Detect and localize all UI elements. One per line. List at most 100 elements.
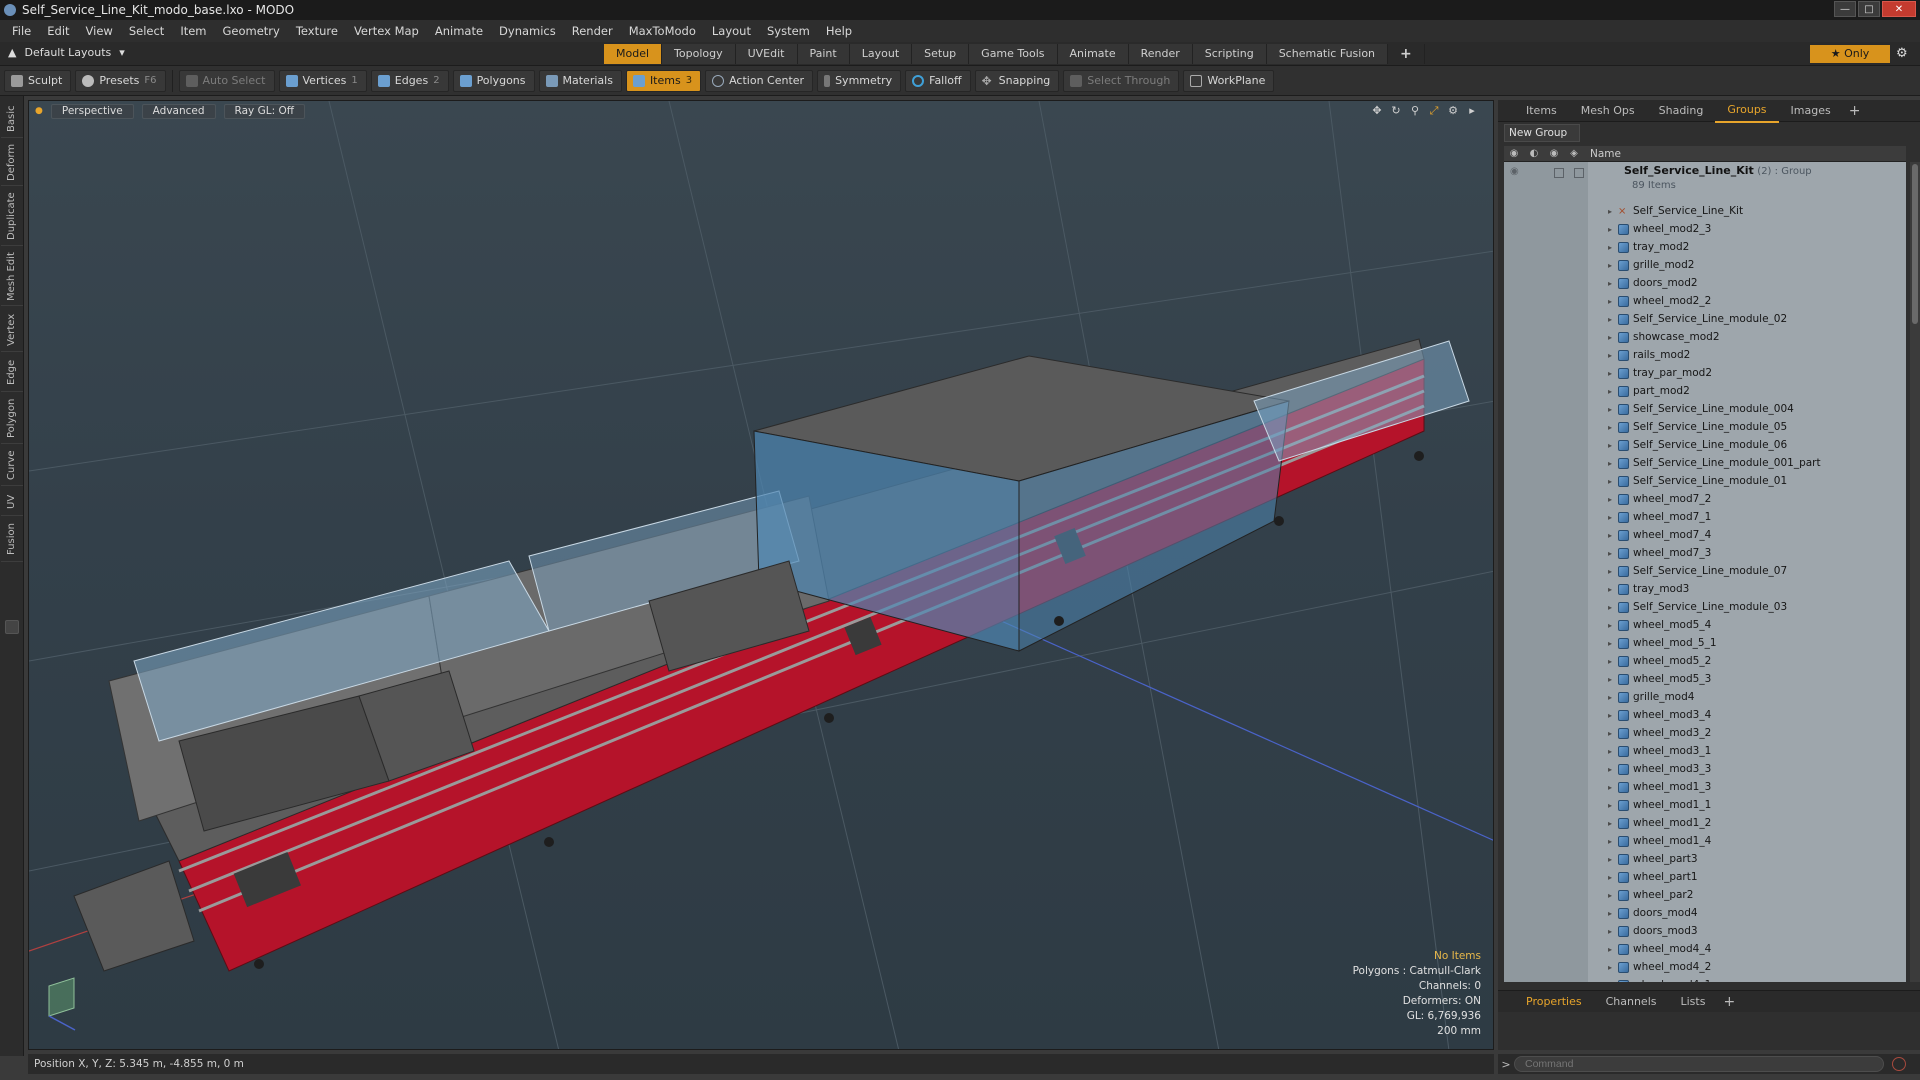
view-mode-button[interactable]: Perspective: [50, 103, 134, 119]
viewport-more-icon[interactable]: ▸: [1465, 104, 1479, 118]
tree-item-row[interactable]: ▸ showcase_mod2: [1608, 328, 1720, 346]
menu-layout[interactable]: Layout: [704, 20, 759, 42]
record-icon[interactable]: [1892, 1057, 1906, 1071]
menu-edit[interactable]: Edit: [39, 20, 77, 42]
menu-maxtomodo[interactable]: MaxToModo: [621, 20, 704, 42]
tab-schematic-fusion[interactable]: Schematic Fusion: [1266, 44, 1389, 64]
add-tab-icon[interactable]: +: [1388, 44, 1425, 64]
snapping-button[interactable]: ✥ Snapping: [974, 69, 1060, 92]
tab-uvedit[interactable]: UVEdit: [735, 44, 798, 64]
name-column-header[interactable]: Name: [1590, 148, 1621, 160]
tree-item-row[interactable]: ▸ wheel_mod5_2: [1608, 652, 1711, 670]
tree-item-row[interactable]: ▸ tray_mod3: [1608, 580, 1689, 598]
expand-arrow-icon[interactable]: ▸: [1608, 297, 1618, 306]
tab-images[interactable]: Images: [1779, 100, 1843, 122]
presets-button[interactable]: Presets F6: [75, 69, 166, 92]
tree-item-row[interactable]: ▸ wheel_mod1_1: [1608, 796, 1711, 814]
tree-item-row[interactable]: ▸ wheel_mod1_2: [1608, 814, 1711, 832]
tab-channels[interactable]: Channels: [1594, 991, 1669, 1013]
serving-line-model[interactable]: [73, 338, 1470, 972]
menu-help[interactable]: Help: [818, 20, 860, 42]
left-tab-basic[interactable]: Basic: [1, 100, 23, 138]
vertices-button[interactable]: Vertices 1: [278, 69, 367, 92]
tree-item-row[interactable]: ▸ grille_mod2: [1608, 256, 1694, 274]
tree-item-row[interactable]: ▸ wheel_mod3_3: [1608, 760, 1711, 778]
expand-arrow-icon[interactable]: ▸: [1608, 909, 1618, 918]
left-tab-uv[interactable]: UV: [1, 488, 23, 516]
tree-item-row[interactable]: ▸ wheel_par2: [1608, 886, 1693, 904]
groups-tree[interactable]: ◉ Self_Service_Line_Kit (2) : Group 89 I…: [1504, 162, 1906, 982]
tree-item-row[interactable]: ▸ Self_Service_Line_module_07: [1608, 562, 1787, 580]
tree-item-row[interactable]: ▸ doors_mod4: [1608, 904, 1698, 922]
group-row[interactable]: Self_Service_Line_Kit (2) : Group: [1624, 164, 1812, 177]
viewport-menu-icon[interactable]: ●: [35, 106, 43, 116]
layout-selector[interactable]: ▲ Default Layouts ▾: [8, 46, 125, 59]
expand-arrow-icon[interactable]: ▸: [1608, 279, 1618, 288]
only-button[interactable]: ★ Only: [1810, 45, 1890, 63]
expand-arrow-icon[interactable]: ▸: [1608, 783, 1618, 792]
expand-arrow-icon[interactable]: ▸: [1608, 351, 1618, 360]
tree-item-row[interactable]: ▸ ⨯ Self_Service_Line_Kit: [1608, 202, 1743, 220]
left-tab-edge[interactable]: Edge: [1, 354, 23, 392]
tab-animate[interactable]: Animate: [1057, 44, 1129, 64]
expand-arrow-icon[interactable]: ▸: [1608, 873, 1618, 882]
left-tab-vertex[interactable]: Vertex: [1, 308, 23, 352]
tree-item-row[interactable]: ▸ wheel_mod2_2: [1608, 292, 1711, 310]
tree-item-row[interactable]: ▸ Self_Service_Line_module_06: [1608, 436, 1787, 454]
expand-arrow-icon[interactable]: ▸: [1608, 225, 1618, 234]
tab-groups[interactable]: Groups: [1715, 99, 1779, 123]
expand-arrow-icon[interactable]: ▸: [1608, 801, 1618, 810]
tree-item-row[interactable]: ▸ wheel_mod7_1: [1608, 508, 1711, 526]
select-column-icon[interactable]: ◈: [1564, 148, 1584, 159]
tree-item-row[interactable]: ▸ wheel_mod2_3: [1608, 220, 1711, 238]
expand-arrow-icon[interactable]: ▸: [1608, 837, 1618, 846]
pan-icon[interactable]: ✥: [1370, 104, 1384, 118]
menu-render[interactable]: Render: [564, 20, 621, 42]
raygl-button[interactable]: Ray GL: Off: [223, 103, 305, 119]
expand-arrow-icon[interactable]: ▸: [1608, 405, 1618, 414]
expand-arrow-icon[interactable]: ▸: [1608, 243, 1618, 252]
edges-button[interactable]: Edges 2: [370, 69, 449, 92]
new-group-button[interactable]: New Group: [1504, 124, 1580, 142]
tab-topology[interactable]: Topology: [662, 44, 736, 64]
tree-item-row[interactable]: ▸ wheel_mod4_1: [1608, 976, 1711, 982]
select-toggle-icon[interactable]: [1574, 168, 1584, 178]
tree-item-row[interactable]: ▸ wheel_mod_5_1: [1608, 634, 1717, 652]
menu-view[interactable]: View: [78, 20, 121, 42]
left-tab-fusion[interactable]: Fusion: [1, 518, 23, 562]
rotate-icon[interactable]: ↻: [1389, 104, 1403, 118]
left-tab-mesh-edit[interactable]: Mesh Edit: [1, 248, 23, 306]
expand-arrow-icon[interactable]: ▸: [1608, 459, 1618, 468]
command-input[interactable]: [1514, 1056, 1884, 1072]
expand-arrow-icon[interactable]: ▸: [1608, 531, 1618, 540]
expand-arrow-icon[interactable]: ▸: [1608, 891, 1618, 900]
left-tab-duplicate[interactable]: Duplicate: [1, 188, 23, 246]
tree-item-row[interactable]: ▸ tray_mod2: [1608, 238, 1689, 256]
expand-arrow-icon[interactable]: ▸: [1608, 387, 1618, 396]
tree-item-row[interactable]: ▸ wheel_mod4_2: [1608, 958, 1711, 976]
materials-button[interactable]: Materials: [538, 69, 622, 92]
viewport-gear-icon[interactable]: ⚙: [1446, 104, 1460, 118]
expand-arrow-icon[interactable]: ▸: [1608, 747, 1618, 756]
tree-item-row[interactable]: ▸ Self_Service_Line_module_05: [1608, 418, 1787, 436]
close-icon[interactable]: ✕: [1882, 1, 1916, 17]
expand-arrow-icon[interactable]: ▸: [1608, 657, 1618, 666]
expand-arrow-icon[interactable]: ▸: [1608, 585, 1618, 594]
expand-arrow-icon[interactable]: ▸: [1608, 549, 1618, 558]
menu-texture[interactable]: Texture: [288, 20, 346, 42]
expand-arrow-icon[interactable]: ▸: [1608, 315, 1618, 324]
menu-file[interactable]: File: [4, 20, 39, 42]
lock-toggle-icon[interactable]: [1554, 168, 1564, 178]
expand-arrow-icon[interactable]: ▸: [1608, 729, 1618, 738]
items-button[interactable]: Items 3: [625, 69, 702, 92]
expand-arrow-icon[interactable]: ▸: [1608, 477, 1618, 486]
tree-item-row[interactable]: ▸ Self_Service_Line_module_01: [1608, 472, 1787, 490]
auto-select-button[interactable]: Auto Select: [178, 69, 275, 92]
tree-item-row[interactable]: ▸ wheel_mod7_3: [1608, 544, 1711, 562]
expand-arrow-icon[interactable]: ▸: [1608, 639, 1618, 648]
3d-viewport[interactable]: ● Perspective Advanced Ray GL: Off ✥ ↻ ⚲…: [28, 100, 1494, 1050]
tab-render[interactable]: Render: [1128, 44, 1193, 64]
add-properties-tab-icon[interactable]: +: [1717, 994, 1741, 1010]
expand-arrow-icon[interactable]: ▸: [1608, 945, 1618, 954]
maximize-icon[interactable]: □: [1858, 1, 1880, 17]
